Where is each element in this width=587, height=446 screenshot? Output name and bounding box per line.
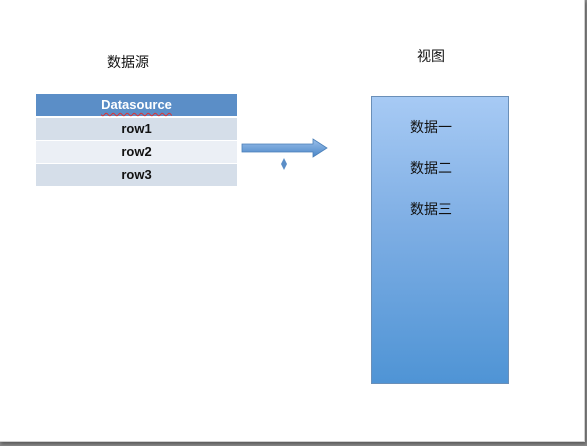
view-label: 视图	[417, 49, 445, 65]
datasource-label: 数据源	[107, 55, 149, 71]
datasource-table: Datasource row1 row2 row3	[36, 94, 237, 187]
view-box: 数据一 数据二 数据三	[371, 96, 509, 384]
arrow-right-icon	[241, 138, 328, 158]
table-row: row1	[36, 118, 237, 141]
table-row: row3	[36, 164, 237, 187]
table-row: row2	[36, 141, 237, 164]
table-header: Datasource	[36, 94, 237, 118]
view-item: 数据一	[410, 120, 452, 136]
view-item: 数据三	[410, 202, 452, 218]
diamond-marker-icon	[281, 158, 287, 170]
table-header-text: Datasource	[101, 97, 172, 112]
slide-canvas: 数据源 视图 Datasource row1 row2 row3 数据一 数据二…	[0, 0, 585, 442]
view-item: 数据二	[410, 161, 452, 177]
